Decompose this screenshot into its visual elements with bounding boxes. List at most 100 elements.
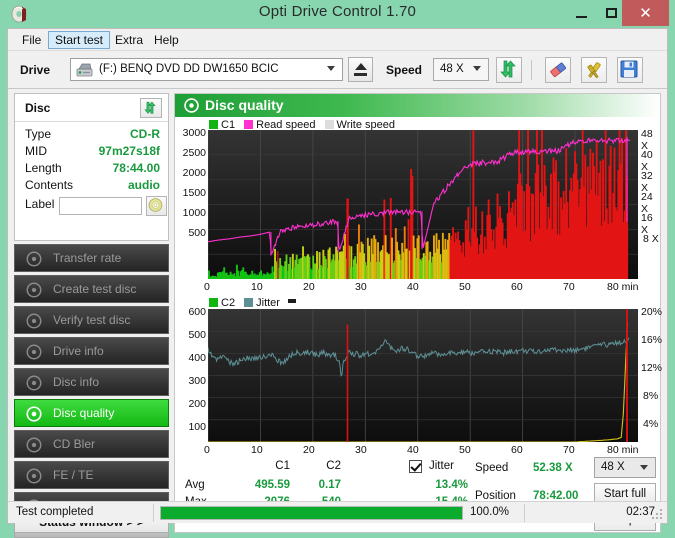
drive-toolbar: Drive (F:) BENQ DVD DD DW1650 BCIC Speed… (8, 51, 667, 89)
menu-file[interactable]: File (16, 31, 47, 49)
legend-swatch-write-speed (324, 120, 334, 129)
disc-value-length: 78:44.00 (112, 161, 160, 175)
legend-label-jitter: Jitter (256, 297, 280, 309)
sidebar-label: FE / TE (53, 468, 94, 482)
sidebar-item-disc-quality[interactable]: Disc quality (14, 399, 169, 427)
status-divider (153, 504, 154, 522)
drive-select[interactable]: (F:) BENQ DVD DD DW1650 BCIC (70, 58, 343, 81)
refresh-button[interactable] (496, 57, 522, 83)
progress-bar (160, 506, 463, 520)
bottom-xtick-60: 60 (511, 444, 523, 456)
top-xtick-70: 70 (563, 281, 575, 293)
test-speed-select[interactable]: 48 X (594, 457, 656, 478)
eject-button[interactable] (348, 57, 373, 82)
sidebar-item-cd-bler[interactable]: CD Bler (14, 430, 169, 458)
disc-key-length: Length (25, 161, 62, 175)
eject-icon-bar (354, 73, 367, 76)
top-xtick-10: 10 (251, 281, 263, 293)
disc-create-icon (25, 281, 43, 299)
stats-avg-c1: 495.59 (254, 479, 290, 491)
legend-label-c2: C2 (221, 297, 236, 309)
sidebar-item-create-test-disc[interactable]: Create test disc (14, 275, 169, 303)
legend-swatch-c1 (209, 120, 218, 129)
sidebar-item-drive-info[interactable]: Drive info (14, 337, 169, 365)
bottom-xtick-70: 70 (563, 444, 575, 456)
close-icon: ✕ (639, 3, 652, 22)
sidebar-label: Disc info (53, 375, 100, 389)
sidebar-label: Verify test disc (53, 313, 131, 327)
top-xtick-40: 40 (407, 281, 419, 293)
sidebar-item-fe-te[interactable]: FE / TE (14, 461, 169, 489)
disc-verify-icon (25, 312, 43, 330)
bottom-xtick-40: 40 (407, 444, 419, 456)
resize-grip-icon[interactable] (652, 509, 663, 520)
toolbar-divider (531, 60, 532, 80)
menu-help[interactable]: Help (148, 31, 185, 49)
status-message: Test completed (16, 506, 94, 518)
top-ytick-3000: 3000 (182, 127, 206, 139)
top-xtick-0: 0 (204, 281, 210, 293)
jitter-checkbox[interactable] (409, 460, 422, 473)
stats-avg-c2: 0.17 (318, 479, 341, 491)
speed-label: Speed (386, 63, 423, 77)
tools-button[interactable] (581, 57, 607, 83)
progress-percent: 100.0% (470, 506, 510, 518)
chevron-down-icon (640, 465, 648, 470)
disc-refresh-button[interactable] (140, 98, 162, 118)
label-input[interactable] (59, 197, 142, 215)
disc-quality-icon (183, 97, 200, 114)
disc-row-contents: Contents audio (15, 178, 168, 197)
chevron-down-icon (473, 66, 481, 71)
close-button[interactable]: ✕ (622, 0, 669, 26)
sidebar-item-verify-test-disc[interactable]: Verify test disc (14, 306, 169, 334)
disc-bler-icon (25, 436, 43, 454)
bottom-ytick-300: 300 (188, 375, 206, 387)
sidebar-item-transfer-rate[interactable]: Transfer rate (14, 244, 169, 272)
bottom-ytick-500: 500 (188, 329, 206, 341)
erase-button[interactable] (545, 57, 571, 83)
menu-extra[interactable]: Extra (109, 31, 149, 49)
disc-key-type: Type (25, 127, 52, 141)
sidebar-item-disc-info[interactable]: Disc info (14, 368, 169, 396)
disc-key-contents: Contents (25, 178, 74, 192)
save-floppy-icon (620, 60, 638, 78)
chevron-down-icon (327, 66, 335, 71)
legend-swatch-jitter (244, 298, 254, 307)
disc-panel-header: Disc (15, 94, 168, 122)
stats-col-c1: C1 (275, 460, 290, 472)
top-xtick-30: 30 (355, 281, 367, 293)
label-disc-button[interactable] (146, 196, 167, 216)
bottom-xtick-10: 10 (251, 444, 263, 456)
disc-fete-icon (25, 467, 43, 485)
bottom-ytick-200: 200 (188, 398, 206, 410)
info-label-speed: Speed (475, 462, 509, 474)
panel-header: Disc quality (175, 94, 660, 117)
refresh-icon (500, 60, 516, 78)
drive-icon (76, 63, 93, 77)
top-chart-svg (208, 130, 638, 279)
bottom-y2tick-20: 20% (641, 306, 663, 318)
eraser-icon (550, 62, 567, 78)
bottom-xtick-50: 50 (459, 444, 471, 456)
bottom-y2tick-8: 8% (643, 390, 659, 402)
legend-swatch-c2 (209, 298, 218, 307)
bottom-xtick-0: 0 (204, 444, 210, 456)
menu-start-test[interactable]: Start test (48, 31, 111, 49)
jitter-chart (208, 309, 638, 442)
elapsed-time: 02:37 (626, 506, 655, 518)
minimize-button[interactable] (568, 0, 594, 26)
save-button[interactable] (617, 57, 643, 83)
sidebar-label: Disc quality (53, 406, 115, 420)
top-ytick-2500: 2500 (182, 147, 206, 159)
legend-swatch-marker (288, 299, 297, 303)
test-speed-value: 48 X (601, 461, 625, 473)
disc-info-panel: Disc Type CD-R MID 97m27s18f Length 78:4… (14, 93, 169, 241)
disc-quality-icon (25, 405, 43, 423)
bottom-chart-svg (208, 309, 638, 442)
status-divider (524, 504, 525, 522)
disc-icon (148, 198, 163, 212)
top-xtick-50: 50 (459, 281, 471, 293)
speed-select[interactable]: 48 X (433, 58, 489, 81)
info-value-speed: 52.38 X (533, 462, 573, 474)
maximize-button[interactable] (598, 0, 624, 26)
